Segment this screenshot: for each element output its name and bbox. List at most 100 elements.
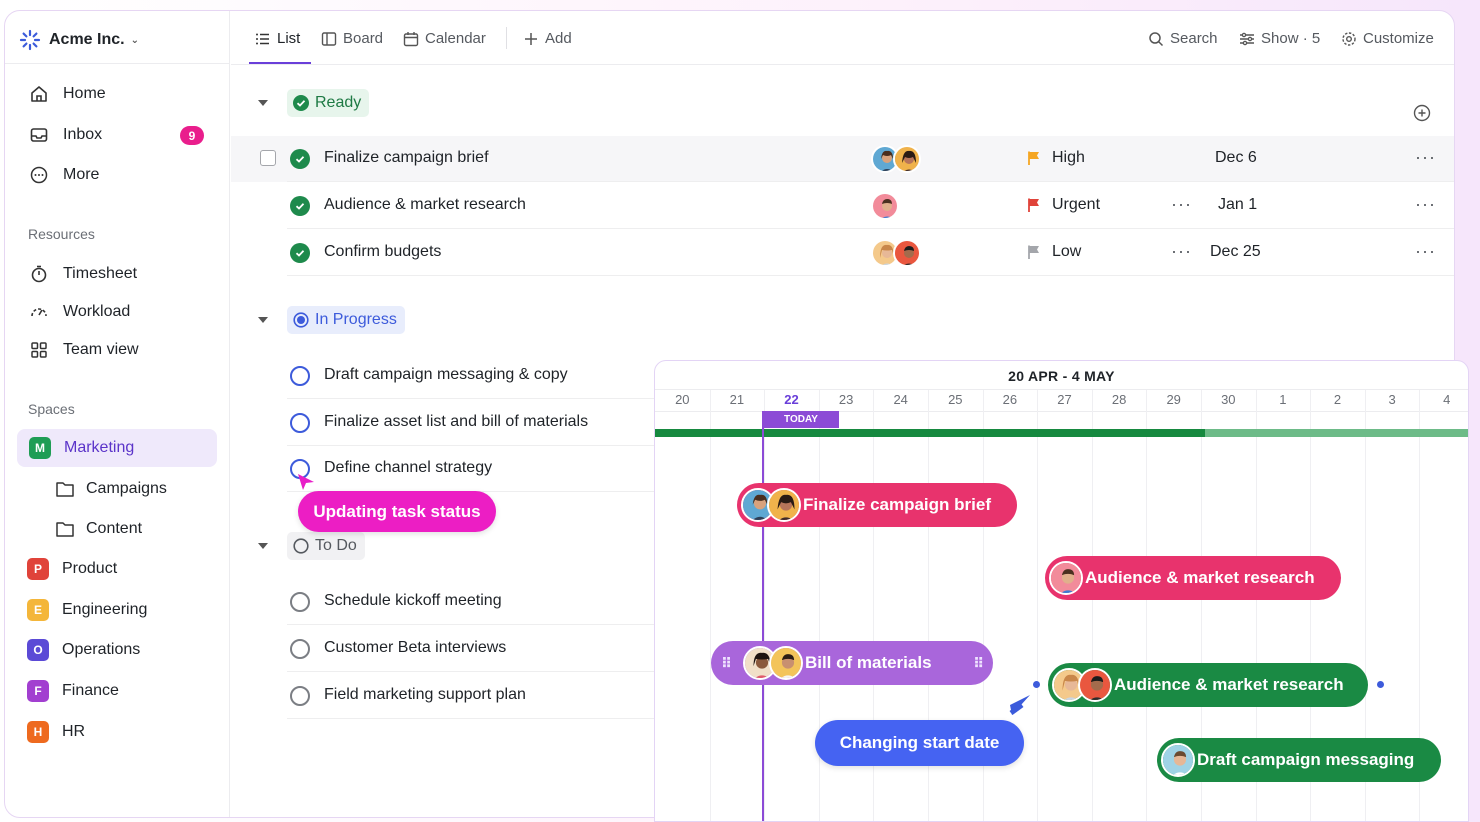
nav-team-view[interactable]: Team view	[29, 340, 139, 360]
space-hr[interactable]: H HR	[27, 721, 85, 743]
timeline-progress-complete	[655, 429, 1205, 437]
plus-icon	[525, 32, 537, 45]
task-name[interactable]: Finalize asset list and bill of material…	[324, 413, 588, 431]
drag-handle-icon[interactable]: ⠿	[721, 655, 732, 672]
nav-inbox[interactable]: Inbox	[29, 125, 102, 145]
task-name[interactable]: Draft campaign messaging & copy	[324, 366, 568, 384]
row-divider	[287, 228, 1454, 229]
gantt-bar-dragging[interactable]: ⠿ Bill of materials ⠿	[711, 641, 993, 685]
status-todo-icon[interactable]	[290, 686, 310, 706]
show-button[interactable]: Show · 5	[1239, 30, 1320, 47]
drag-handle-icon[interactable]: ⠿	[973, 655, 984, 672]
row-menu-icon[interactable]: ···	[1415, 194, 1436, 215]
search-button[interactable]: Search	[1148, 30, 1218, 47]
in-progress-icon	[293, 312, 309, 328]
task-name[interactable]: Field marketing support plan	[324, 686, 526, 704]
group-header-in-progress[interactable]: In Progress	[287, 306, 405, 334]
avatar	[1161, 743, 1195, 777]
gantt-day-label: 23	[838, 392, 854, 407]
gantt-day-label: 2	[1333, 392, 1342, 407]
gantt-grid-line	[1037, 390, 1039, 821]
space-product[interactable]: P Product	[27, 558, 117, 580]
space-finance[interactable]: F Finance	[27, 680, 119, 702]
assignees[interactable]	[871, 145, 921, 173]
status-todo-icon[interactable]	[290, 639, 310, 659]
space-marketing[interactable]: M Marketing	[17, 429, 217, 467]
row-divider	[287, 275, 1454, 276]
gantt-bar[interactable]: Finalize campaign brief	[737, 483, 1017, 527]
priority-cell[interactable]: Urgent	[1026, 196, 1100, 214]
status-todo-icon[interactable]	[290, 592, 310, 612]
nav-timesheet[interactable]: Timesheet	[29, 264, 137, 284]
table-row[interactable]: Finalize campaign brief High Dec 6 ···	[231, 136, 1454, 182]
tab-list[interactable]: List	[255, 30, 300, 47]
workspace-switcher[interactable]: Acme Inc. ⌄	[19, 29, 139, 51]
gantt-bar-label: Draft campaign messaging	[1197, 750, 1415, 769]
space-label: Product	[62, 560, 118, 577]
gantt-bar[interactable]: Audience & market research	[1048, 663, 1368, 707]
collapse-ready-toggle[interactable]	[258, 100, 268, 106]
folder-icon	[56, 522, 74, 537]
add-task-icon[interactable]	[1413, 104, 1431, 122]
task-name[interactable]: Define channel strategy	[324, 459, 492, 477]
group-header-todo[interactable]: To Do	[287, 532, 365, 560]
dependency-point[interactable]	[1377, 681, 1384, 688]
gantt-bar[interactable]: Draft campaign messaging	[1157, 738, 1441, 782]
cell-menu-icon[interactable]: ···	[1171, 241, 1192, 262]
gantt-bar-label: Audience & market research	[1114, 675, 1344, 694]
more-icon	[30, 166, 48, 184]
table-row[interactable]: Confirm budgets Low ··· Dec 25 ···	[231, 230, 1454, 276]
collapse-todo-toggle[interactable]	[258, 543, 268, 549]
assignees[interactable]	[871, 239, 921, 267]
row-checkbox[interactable]	[260, 150, 276, 166]
assignees[interactable]	[871, 192, 899, 220]
due-date[interactable]: Dec 25	[1210, 243, 1261, 261]
priority-cell[interactable]: High	[1026, 149, 1085, 167]
add-view-button[interactable]: Add	[523, 30, 572, 47]
status-in-progress-icon[interactable]	[290, 413, 310, 433]
space-engineering[interactable]: E Engineering	[27, 599, 147, 621]
folder-campaigns[interactable]: Campaigns	[55, 480, 167, 498]
due-date[interactable]: Jan 1	[1218, 196, 1257, 214]
gantt-grid-line	[709, 390, 711, 821]
avatar	[893, 145, 921, 173]
nav-home[interactable]: Home	[29, 84, 106, 104]
nav-workload[interactable]: Workload	[29, 302, 130, 322]
tab-board[interactable]: Board	[321, 30, 383, 47]
status-complete-icon[interactable]	[290, 149, 310, 169]
task-name[interactable]: Confirm budgets	[324, 243, 441, 261]
priority-label: Low	[1052, 243, 1082, 260]
list-icon	[256, 33, 269, 44]
status-in-progress-icon[interactable]	[290, 366, 310, 386]
today-marker: TODAY	[763, 411, 839, 428]
space-operations[interactable]: O Operations	[27, 639, 140, 661]
task-name[interactable]: Finalize campaign brief	[324, 149, 489, 167]
status-complete-icon[interactable]	[290, 243, 310, 263]
grid-icon	[31, 342, 47, 358]
divider	[655, 389, 1468, 390]
tab-label: Calendar	[425, 30, 486, 47]
gantt-bar[interactable]: Audience & market research	[1045, 556, 1341, 600]
gantt-day-label: 25	[948, 392, 963, 407]
task-name[interactable]: Customer Beta interviews	[324, 639, 506, 657]
priority-cell[interactable]: Low	[1026, 243, 1081, 261]
row-menu-icon[interactable]: ···	[1415, 241, 1436, 262]
space-label: HR	[62, 723, 86, 740]
gantt-grid-line	[764, 390, 766, 821]
tab-calendar[interactable]: Calendar	[403, 30, 486, 47]
task-name[interactable]: Schedule kickoff meeting	[324, 592, 502, 610]
collapse-in-progress-toggle[interactable]	[258, 317, 268, 323]
group-header-ready[interactable]: Ready	[287, 89, 370, 117]
nav-more[interactable]: More	[29, 165, 99, 185]
cell-menu-icon[interactable]: ···	[1171, 194, 1192, 215]
task-name[interactable]: Audience & market research	[324, 196, 526, 214]
status-complete-icon[interactable]	[290, 196, 310, 216]
due-date[interactable]: Dec 6	[1215, 149, 1257, 167]
customize-button[interactable]: Customize	[1341, 30, 1434, 47]
row-divider	[287, 181, 1454, 182]
gantt-day-label: 29	[1166, 392, 1181, 407]
row-menu-icon[interactable]: ···	[1415, 147, 1436, 168]
table-row[interactable]: Audience & market research Urgent ··· Ja…	[231, 183, 1454, 229]
folder-content[interactable]: Content	[55, 520, 142, 538]
dependency-point[interactable]	[1033, 681, 1040, 688]
